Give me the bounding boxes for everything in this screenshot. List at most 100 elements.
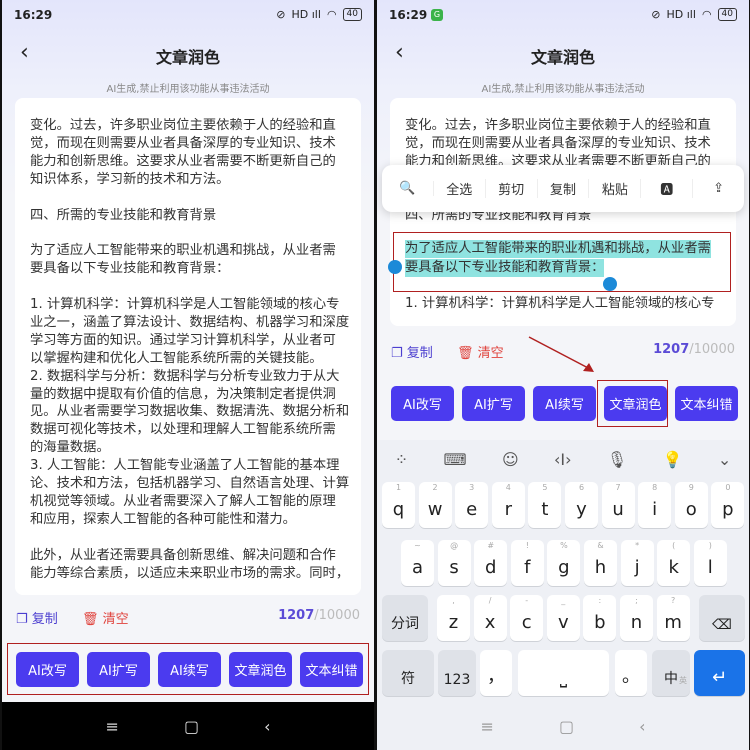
- numbers-key[interactable]: 123: [438, 650, 476, 696]
- comma-key[interactable]: ，: [480, 650, 512, 696]
- key-label: c: [521, 612, 532, 633]
- key-alt-label: *: [635, 541, 640, 550]
- article-line: 量的数据中提取有价值的信息，为决策制定者提供洞: [30, 386, 336, 402]
- backspace-key[interactable]: ⌫: [699, 595, 745, 641]
- key-u[interactable]: 7u: [601, 482, 635, 528]
- menu-icon[interactable]: ≡: [481, 717, 494, 736]
- key-w[interactable]: 2w: [418, 482, 452, 528]
- article-line: 觉，而现在则需要从业者具备深厚的专业知识、技术: [405, 136, 711, 151]
- selection-highlight-box: [393, 232, 731, 292]
- key-label: 分词: [391, 616, 419, 632]
- key-alt-label: ?: [670, 596, 676, 605]
- ai-rewrite-button[interactable]: AI改写: [391, 386, 454, 421]
- english-label: 英: [679, 676, 687, 685]
- menu-icon[interactable]: ≡: [106, 717, 119, 736]
- lightbulb-icon[interactable]: 💡: [663, 450, 683, 469]
- article-line: 能力等综合素质，以适应未来职业市场的需求。同时，: [30, 565, 350, 581]
- signal-icon: HD ıll: [291, 8, 321, 21]
- key-m[interactable]: ? m: [656, 595, 690, 641]
- keyboard-layout-icon[interactable]: ⌨: [443, 450, 466, 469]
- home-icon[interactable]: ▢: [559, 717, 574, 736]
- article-line: 数据可视化等技术，以处理和理解人工智能系统所需: [30, 422, 336, 438]
- article-line: 3. 人工智能：人工智能专业涵盖了人工智能的基本理: [30, 458, 340, 474]
- polish-article-button[interactable]: 文章润色: [229, 652, 292, 687]
- key-j[interactable]: * j: [620, 540, 654, 586]
- key-alt-label: ): [708, 541, 712, 550]
- ai-continue-button[interactable]: AI续写: [533, 386, 596, 421]
- key-f[interactable]: ! f: [510, 540, 544, 586]
- key-v[interactable]: _ v: [546, 595, 580, 641]
- article-line: 1. 计算机科学：计算机科学是人工智能领域的核心专: [405, 296, 715, 311]
- key-label: o: [685, 499, 697, 520]
- key-c[interactable]: -c: [510, 595, 544, 641]
- keyboard: ⁘ ⌨ ☺ ‹I› 🎙 💡 ⌄ 1 q 2 w 3 e 4 r 5 t 6 y 7 u 8 i 9 o 0 p ~ a @ s # d! f% g…: [377, 440, 749, 702]
- apps-icon[interactable]: ⁘: [395, 450, 408, 469]
- enter-key[interactable]: ↵: [694, 650, 745, 696]
- translate-icon[interactable]: 🅰: [641, 179, 694, 198]
- key-r[interactable]: 4r: [491, 482, 525, 528]
- symbols-key[interactable]: 符: [382, 650, 434, 696]
- key-i[interactable]: 8i: [638, 482, 672, 528]
- article-textarea[interactable]: 变化。过去，许多职业岗位主要依赖于人的经验和直 觉，而现在则需要从业者具备深厚的专…: [15, 98, 361, 595]
- key-d[interactable]: # d: [474, 540, 508, 586]
- article-line: 能力和创新思维。这要求从业者需要不断更新自己的: [30, 153, 336, 169]
- segment-key[interactable]: 分词: [382, 595, 428, 641]
- key-alt-label: 8: [652, 483, 658, 492]
- ai-expand-button[interactable]: AI扩写: [462, 386, 525, 421]
- copy-button[interactable]: ❐ 复制: [391, 342, 433, 361]
- collapse-keyboard-icon[interactable]: ⌄: [718, 450, 731, 469]
- cut-menu-item[interactable]: 剪切: [486, 179, 538, 198]
- key-x[interactable]: / x: [473, 595, 507, 641]
- key-t[interactable]: 5t: [528, 482, 562, 528]
- home-icon[interactable]: ▢: [184, 717, 199, 736]
- key-label: p: [722, 499, 734, 520]
- selection-start-handle[interactable]: [388, 260, 402, 274]
- key-b[interactable]: :b: [583, 595, 617, 641]
- mic-icon[interactable]: 🎙: [607, 450, 627, 469]
- keyboard-toolbar: ⁘ ⌨ ☺ ‹I› 🎙 💡 ⌄: [377, 440, 749, 478]
- key-n[interactable]: ; n: [620, 595, 653, 641]
- text-selection-menu: 🔍 全选 剪切 复制 粘贴 🅰 ⇪: [382, 165, 744, 212]
- char-count: 1207/10000: [653, 342, 735, 357]
- space-key[interactable]: ⎵: [518, 650, 609, 696]
- language-toggle-key[interactable]: 中英: [652, 650, 690, 696]
- selection-end-handle[interactable]: [603, 277, 617, 291]
- paste-menu-item[interactable]: 粘贴: [589, 179, 642, 198]
- key-s[interactable]: @ s: [437, 540, 471, 586]
- ai-expand-button[interactable]: AI扩写: [87, 652, 150, 687]
- key-alt-label: 5: [542, 483, 548, 492]
- key-a[interactable]: ~ a: [401, 540, 434, 586]
- key-l[interactable]: ) l: [693, 540, 727, 586]
- proofread-button[interactable]: 文本纠错: [300, 652, 363, 687]
- back-nav-icon[interactable]: ‹: [264, 717, 270, 736]
- key-p[interactable]: 0p: [711, 482, 745, 528]
- key-g[interactable]: % g: [547, 540, 581, 586]
- key-o[interactable]: 9o: [674, 482, 708, 528]
- key-e[interactable]: 3e: [455, 482, 489, 528]
- clear-button[interactable]: 🗑 清空: [457, 342, 504, 361]
- key-alt-label: 0: [725, 483, 731, 492]
- key-q[interactable]: 1q: [382, 482, 415, 528]
- key-y[interactable]: 6y: [565, 482, 598, 528]
- article-line: 和应用，探索人工智能的各种可能性和潜力。: [30, 511, 296, 527]
- search-icon[interactable]: 🔍: [382, 181, 434, 196]
- emoji-icon[interactable]: ☺: [502, 450, 519, 469]
- ai-rewrite-button[interactable]: AI改写: [16, 652, 79, 687]
- clear-button[interactable]: 🗑 清空: [82, 608, 129, 627]
- back-nav-icon[interactable]: ‹: [639, 717, 645, 736]
- polish-article-button[interactable]: 文章润色: [604, 386, 667, 421]
- ai-continue-button[interactable]: AI续写: [158, 652, 221, 687]
- key-label: w: [427, 499, 443, 520]
- nav-bar: ≡ ▢ ‹: [377, 702, 749, 750]
- key-h[interactable]: & h: [584, 540, 617, 586]
- select-all-menu-item[interactable]: 全选: [434, 179, 486, 198]
- share-icon[interactable]: ⇪: [693, 181, 744, 196]
- period-key[interactable]: 。: [615, 650, 647, 696]
- proofread-button[interactable]: 文本纠错: [675, 386, 738, 421]
- cursor-icon[interactable]: ‹I›: [554, 450, 572, 469]
- key-z[interactable]: ,z: [437, 595, 470, 641]
- copy-menu-item[interactable]: 复制: [538, 179, 590, 198]
- key-label: n: [630, 612, 643, 633]
- key-k[interactable]: (k: [657, 540, 691, 586]
- copy-button[interactable]: ❐ 复制: [16, 608, 58, 627]
